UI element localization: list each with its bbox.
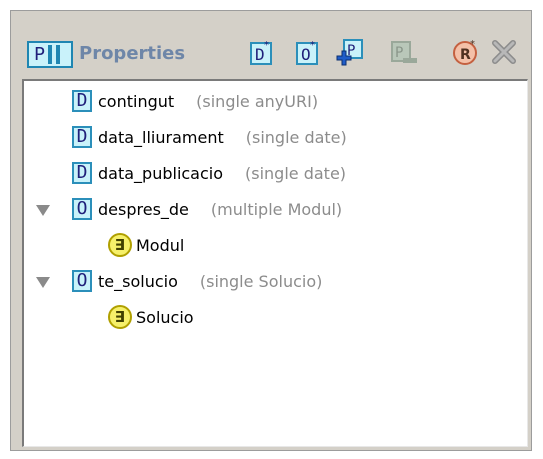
datatype-property-icon: D (72, 162, 92, 184)
tree-row-data-lliurament[interactable]: D data_lliurament (single date) (72, 119, 347, 155)
property-type: (multiple Modul) (210, 199, 343, 219)
property-type: (single anyURI) (196, 91, 319, 111)
properties-panel: P Properties D * O * P P R * D contingut… (10, 10, 532, 451)
property-type: (single date) (245, 163, 347, 183)
delete-property-icon: P (391, 41, 417, 63)
property-type: (single date) (245, 127, 347, 147)
create-property-icon: P (336, 39, 363, 66)
restriction-button[interactable]: R * (449, 35, 483, 69)
remove-restriction-button[interactable] (487, 35, 521, 69)
remove-icon (492, 40, 516, 64)
object-property-icon: O (72, 198, 92, 220)
add-datatype-property-button[interactable]: D * (245, 35, 279, 69)
property-name: data_lliurament (98, 127, 224, 147)
add-datatype-property-icon: D * (250, 40, 272, 65)
property-type: (single Solucio) (199, 271, 323, 291)
restriction-class-name: Solucio (136, 307, 194, 327)
svg-text:P: P (395, 45, 403, 61)
properties-tree[interactable]: D contingut (single anyURI) D data_lliur… (22, 79, 528, 447)
expand-arrow-icon[interactable] (36, 205, 50, 216)
svg-text:*: * (264, 40, 269, 51)
panel-header: P Properties D * O * P P R * (11, 11, 531, 79)
property-name: te_solucio (98, 271, 178, 291)
create-property-button[interactable]: P (333, 35, 367, 69)
add-object-property-icon: O * (296, 40, 318, 65)
svg-text:*: * (470, 39, 475, 50)
tree-row-te-solucio[interactable]: O te_solucio (single Solucio) (72, 263, 322, 299)
tree-row-despres-de[interactable]: O despres_de (multiple Modul) (72, 191, 342, 227)
datatype-property-icon: D (72, 126, 92, 148)
exists-restriction-icon: ∃ (108, 233, 132, 257)
restriction-icon: R * (453, 39, 477, 65)
tree-row-solucio[interactable]: ∃ Solucio (108, 299, 194, 335)
object-property-icon: O (72, 270, 92, 292)
tree-row-contingut[interactable]: D contingut (single anyURI) (72, 83, 318, 119)
datatype-property-icon: D (72, 90, 92, 112)
tree-row-data-publicacio[interactable]: D data_publicacio (single date) (72, 155, 346, 191)
property-name: despres_de (98, 199, 189, 219)
property-name: contingut (98, 91, 175, 111)
properties-badge-icon: P (27, 41, 73, 68)
add-object-property-button[interactable]: O * (291, 35, 325, 69)
delete-property-button[interactable]: P (387, 35, 421, 69)
svg-text:*: * (310, 40, 315, 51)
exists-restriction-icon: ∃ (108, 305, 132, 329)
expand-arrow-icon[interactable] (36, 277, 50, 288)
panel-title: Properties (79, 43, 186, 64)
tree-row-modul[interactable]: ∃ Modul (108, 227, 184, 263)
property-name: data_publicacio (98, 163, 224, 183)
restriction-class-name: Modul (136, 235, 185, 255)
